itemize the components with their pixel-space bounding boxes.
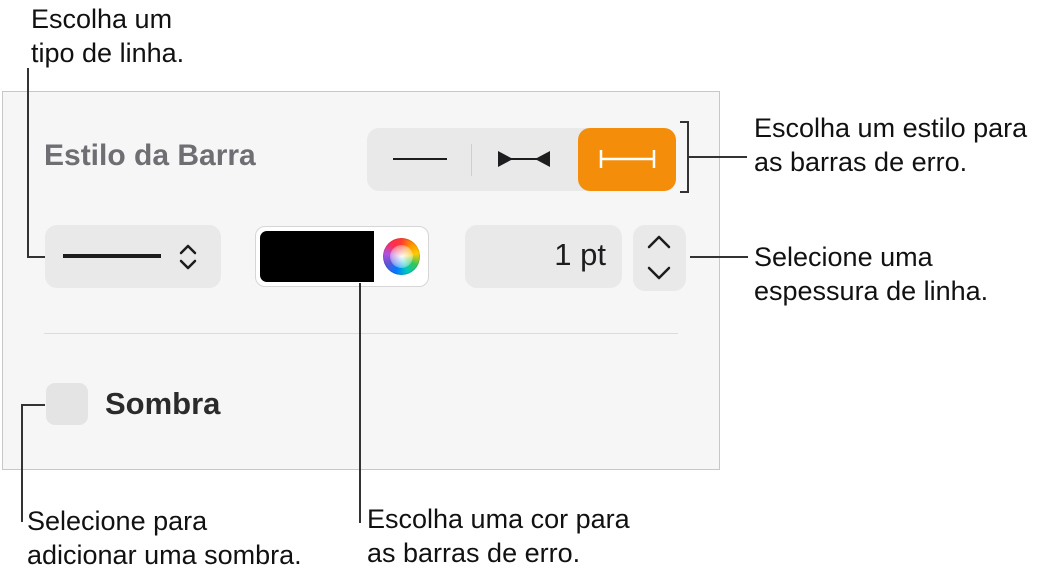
chevron-up-icon [647,235,671,249]
callout-color: Escolha uma cor para as barras de erro. [367,504,630,568]
end-caps-line-icon [599,150,656,168]
chevron-up-down-icon [179,244,197,270]
bar-style-option-caps[interactable] [578,128,676,191]
leader-line-width [690,256,748,258]
bar-style-segmented-control [367,128,676,191]
leader-line-type [27,68,29,258]
leader-bar-style [689,156,747,158]
callout-shadow: Selecione para adicionar uma sombra. [27,506,302,570]
section-divider [44,333,678,334]
line-type-popup[interactable] [45,225,221,288]
section-title: Estilo da Barra [44,139,256,172]
callout-line-width: Selecione uma espessura de linha. [754,242,989,306]
stepper-down-button[interactable] [633,258,686,291]
color-well[interactable] [255,226,429,287]
line-width-stepper [633,225,686,291]
shadow-checkbox[interactable] [46,383,88,425]
arrow-ends-line-icon [498,151,550,167]
leader-bar-style-bracket-bottom [680,191,689,193]
leader-color [359,283,361,523]
bar-style-option-line[interactable] [367,128,471,191]
color-swatch[interactable] [260,231,374,282]
leader-shadow [21,404,23,522]
plain-line-icon [393,158,447,160]
stepper-up-button[interactable] [633,225,686,258]
line-width-field[interactable]: 1 pt [465,225,622,288]
leader-shadow-tick [21,404,45,406]
chevron-down-icon [647,266,671,280]
callout-bar-style: Escolha um estilo para as barras de erro… [754,113,1028,177]
callout-line-type: Escolha um tipo de linha. [31,4,185,68]
line-width-value: 1 pt [554,237,606,272]
color-wheel-icon[interactable] [383,238,420,275]
shadow-checkbox-label: Sombra [105,386,221,421]
leader-line-type-tick [27,256,45,258]
bar-style-option-arrows[interactable] [472,128,576,191]
